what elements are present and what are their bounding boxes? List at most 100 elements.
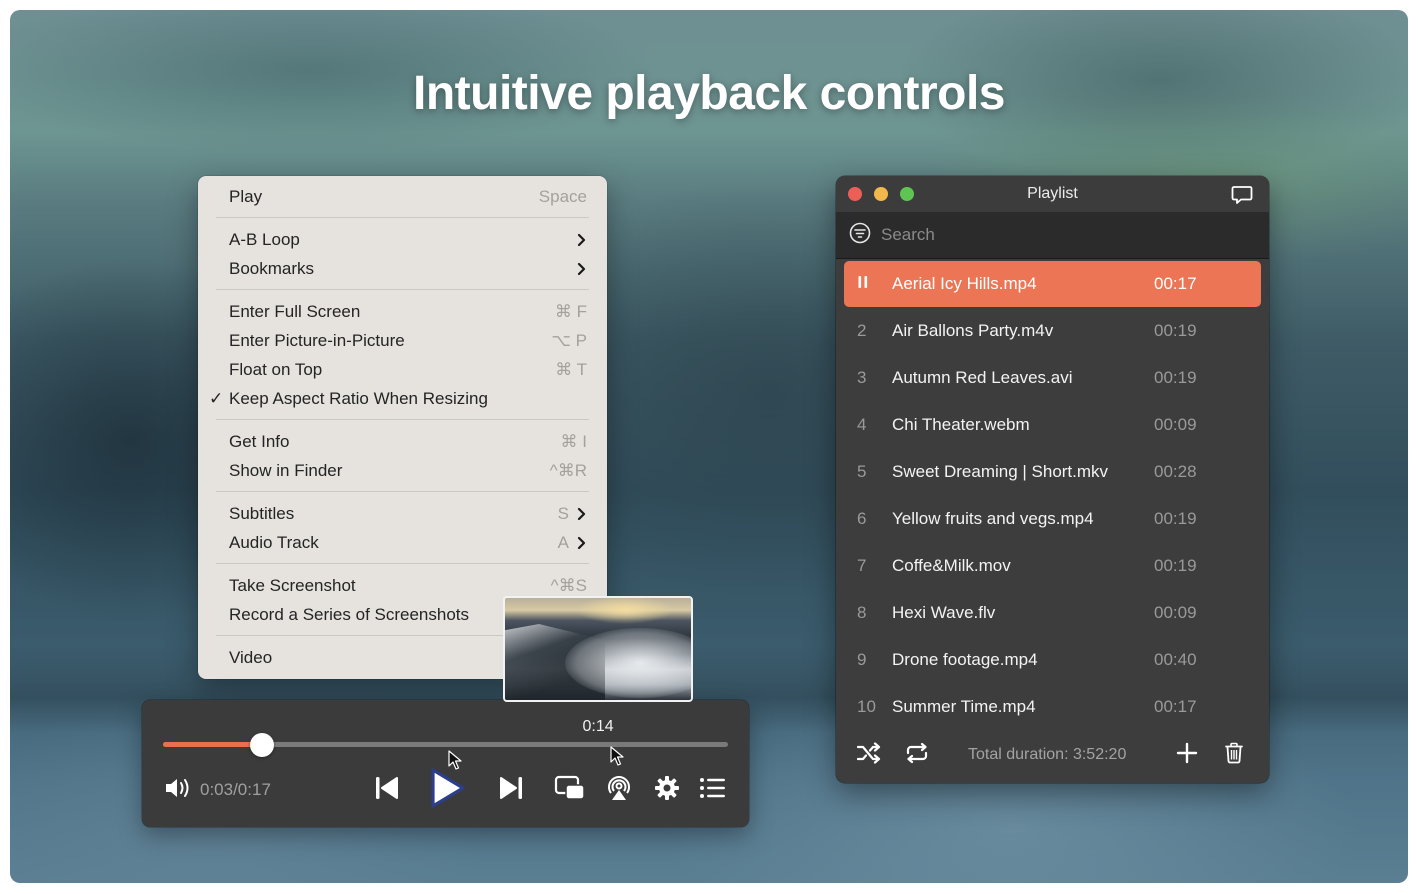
playlist-item[interactable]: 6 Yellow fruits and vegs.mp4 00:19 — [844, 495, 1261, 542]
menu-item-picture-in-picture[interactable]: Enter Picture-in-Picture ⌥ P — [198, 326, 607, 355]
mouse-cursor-icon — [448, 750, 462, 770]
playlist-footer: Total duration: 3:52:20 — [836, 727, 1269, 783]
seek-slider[interactable] — [163, 733, 728, 757]
playlist-item-index: 8 — [857, 602, 867, 622]
playlist-item-index: 4 — [857, 414, 867, 434]
playlist-item[interactable]: 4 Chi Theater.webm 00:09 — [844, 401, 1261, 448]
playlist-item-name: Aerial Icy Hills.mp4 — [892, 274, 1037, 293]
menu-separator — [216, 491, 589, 492]
headline: Intuitive playback controls — [413, 67, 1005, 120]
settings-button[interactable] — [650, 772, 684, 808]
menu-item-label: Keep Aspect Ratio When Resizing — [229, 389, 488, 408]
add-item-button[interactable] — [1176, 742, 1198, 769]
menu-item-label: Enter Full Screen — [229, 302, 361, 321]
volume-button[interactable] — [162, 772, 194, 808]
play-button[interactable] — [424, 766, 470, 814]
playlist-item-duration: 00:19 — [1154, 555, 1197, 575]
menu-item-shortcut: S — [557, 504, 569, 523]
playlist-item[interactable]: 2 Air Ballons Party.m4v 00:19 — [844, 307, 1261, 354]
playlist-toggle-button[interactable] — [696, 772, 730, 808]
menu-item-shortcut: ⌘ T — [555, 360, 587, 379]
chevron-right-icon — [577, 507, 587, 521]
menu-item-label: A-B Loop — [229, 230, 300, 249]
airplay-button[interactable] — [602, 772, 636, 808]
playlist-item-name: Coffe&Milk.mov — [892, 555, 1011, 575]
airplay-icon — [605, 774, 633, 807]
menu-item-bookmarks[interactable]: Bookmarks — [198, 254, 607, 283]
menu-item-shortcut: ^⌘R — [549, 461, 587, 480]
playlist-item[interactable]: 8 Hexi Wave.flv 00:09 — [844, 589, 1261, 636]
seek-knob[interactable] — [250, 733, 275, 757]
playlist-item-name: Summer Time.mp4 — [892, 696, 1036, 716]
playlist-titlebar[interactable]: Playlist — [836, 176, 1269, 212]
checkmark-icon: ✓ — [209, 389, 224, 408]
playlist-item[interactable]: 5 Sweet Dreaming | Short.mkv 00:28 — [844, 448, 1261, 495]
playlist-item-name: Chi Theater.webm — [892, 414, 1030, 434]
playlist-item-index: 2 — [857, 320, 867, 340]
menu-separator — [216, 289, 589, 290]
menu-item-play[interactable]: Play Space — [198, 182, 607, 211]
menu-item-label: Show in Finder — [229, 461, 343, 480]
playlist-item-duration: 00:19 — [1154, 508, 1197, 528]
delete-item-button[interactable] — [1224, 742, 1244, 769]
shuffle-button[interactable] — [856, 742, 882, 769]
trash-icon — [1224, 742, 1244, 769]
menu-item-get-info[interactable]: Get Info ⌘ I — [198, 427, 607, 456]
menu-item-label: Float on Top — [229, 360, 323, 379]
playlist-item-name: Yellow fruits and vegs.mp4 — [892, 508, 1094, 528]
player-control-bar: 0:14 0:03/0:17 — [142, 700, 749, 827]
filter-icon[interactable] — [849, 222, 871, 249]
menu-item-label: Subtitles — [229, 504, 295, 523]
playlist-item-index: 5 — [857, 461, 867, 481]
playlist-item-name: Air Ballons Party.m4v — [892, 320, 1054, 340]
plus-icon — [1176, 742, 1198, 769]
playlist-item-index: 10 — [857, 696, 876, 716]
total-duration: Total duration: 3:52:20 — [968, 746, 1127, 763]
playlist-item-duration: 00:19 — [1154, 367, 1197, 387]
playlist-item-duration: 00:17 — [1154, 274, 1197, 293]
chat-bubble-icon — [1231, 186, 1253, 209]
playlist-item-index: 6 — [857, 508, 867, 528]
speaker-volume-icon — [164, 777, 192, 804]
chevron-right-icon — [577, 233, 587, 247]
playlist-item-playing[interactable]: Aerial Icy Hills.mp4 00:17 — [844, 261, 1261, 307]
menu-item-show-in-finder[interactable]: Show in Finder ^⌘R — [198, 456, 607, 485]
playlist-item-index: 9 — [857, 649, 867, 669]
seek-preview-thumbnail — [503, 596, 693, 702]
chat-button[interactable] — [1231, 185, 1253, 210]
previous-button[interactable] — [370, 772, 404, 808]
playlist-item-name: Drone footage.mp4 — [892, 649, 1038, 669]
playlist-search-bar — [836, 212, 1269, 259]
play-icon — [427, 766, 467, 815]
playlist-item[interactable]: 10 Summer Time.mp4 00:17 — [844, 683, 1261, 730]
menu-item-shortcut: ⌘ F — [554, 302, 587, 321]
menu-item-float-on-top[interactable]: Float on Top ⌘ T — [198, 355, 607, 384]
playlist-item[interactable]: 7 Coffe&Milk.mov 00:19 — [844, 542, 1261, 589]
playlist-item-duration: 00:17 — [1154, 696, 1197, 716]
list-icon — [699, 776, 727, 805]
menu-item-shortcut: ⌥ P — [551, 331, 587, 350]
picture-in-picture-button[interactable] — [552, 772, 588, 808]
playlist-item[interactable]: 9 Drone footage.mp4 00:40 — [844, 636, 1261, 683]
playlist-search-input[interactable] — [881, 225, 1181, 245]
repeat-button[interactable] — [904, 742, 930, 769]
next-button[interactable] — [494, 772, 528, 808]
menu-item-keep-aspect-ratio[interactable]: ✓ Keep Aspect Ratio When Resizing — [198, 384, 607, 413]
menu-item-audio-track[interactable]: Audio Track A — [198, 528, 607, 557]
menu-item-shortcut: Space — [538, 187, 587, 206]
menu-item-enter-full-screen[interactable]: Enter Full Screen ⌘ F — [198, 297, 607, 326]
chevron-right-icon — [577, 536, 587, 550]
playlist-item-name: Autumn Red Leaves.avi — [892, 367, 1073, 387]
playlist-item[interactable]: 3 Autumn Red Leaves.avi 00:19 — [844, 354, 1261, 401]
playlist-item-index: 7 — [857, 555, 867, 575]
menu-item-label: Take Screenshot — [229, 576, 356, 595]
playlist-item-duration: 00:28 — [1154, 461, 1197, 481]
menu-item-subtitles[interactable]: Subtitles S — [198, 499, 607, 528]
menu-item-label: Get Info — [229, 432, 290, 451]
menu-separator — [216, 563, 589, 564]
menu-item-ab-loop[interactable]: A-B Loop — [198, 225, 607, 254]
playlist-item-name: Hexi Wave.flv — [892, 602, 996, 622]
skip-next-icon — [497, 775, 525, 806]
chevron-right-icon — [577, 262, 587, 276]
playlist-item-index: 3 — [857, 367, 867, 387]
